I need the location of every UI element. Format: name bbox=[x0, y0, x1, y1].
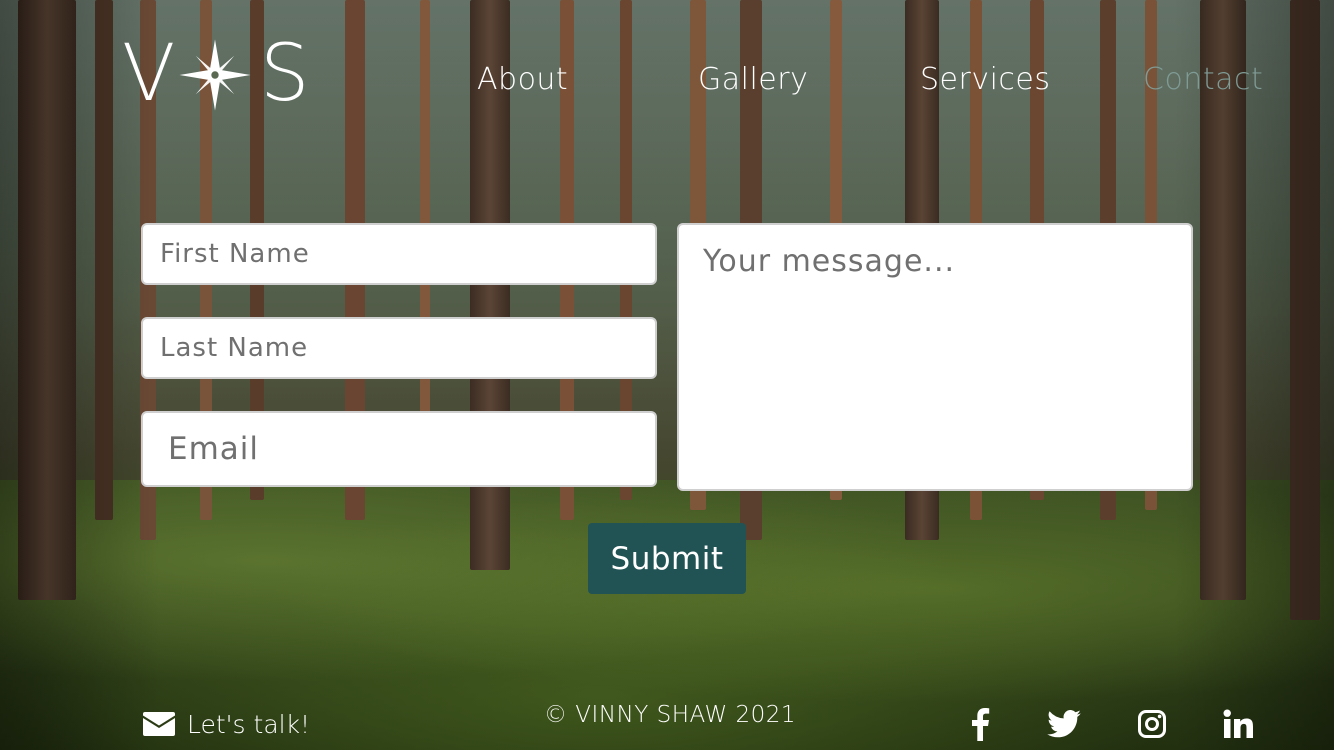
facebook-link[interactable] bbox=[960, 702, 1000, 746]
last-name-input[interactable] bbox=[141, 317, 657, 379]
nav-services[interactable]: Services bbox=[920, 58, 1051, 102]
nav-about[interactable]: About bbox=[477, 58, 568, 102]
facebook-icon bbox=[972, 708, 990, 741]
main-nav: About Gallery Services Contact bbox=[0, 58, 1334, 102]
submit-button[interactable]: Submit bbox=[588, 523, 746, 594]
twitter-link[interactable] bbox=[1044, 702, 1084, 746]
twitter-icon bbox=[1047, 710, 1081, 738]
first-name-input[interactable] bbox=[141, 223, 657, 285]
envelope-icon bbox=[143, 712, 175, 736]
lets-talk-label: Let's talk! bbox=[187, 709, 311, 739]
linkedin-link[interactable] bbox=[1218, 702, 1258, 746]
email-input[interactable] bbox=[141, 411, 657, 487]
message-textarea[interactable] bbox=[677, 223, 1193, 491]
copyright-text: © VINNY SHAW 2021 bbox=[544, 702, 797, 728]
nav-gallery[interactable]: Gallery bbox=[698, 58, 808, 102]
nav-contact[interactable]: Contact bbox=[1143, 58, 1263, 102]
instagram-link[interactable] bbox=[1132, 702, 1172, 746]
lets-talk-link[interactable]: Let's talk! bbox=[143, 704, 310, 744]
instagram-icon bbox=[1138, 710, 1166, 738]
linkedin-icon bbox=[1223, 709, 1253, 738]
